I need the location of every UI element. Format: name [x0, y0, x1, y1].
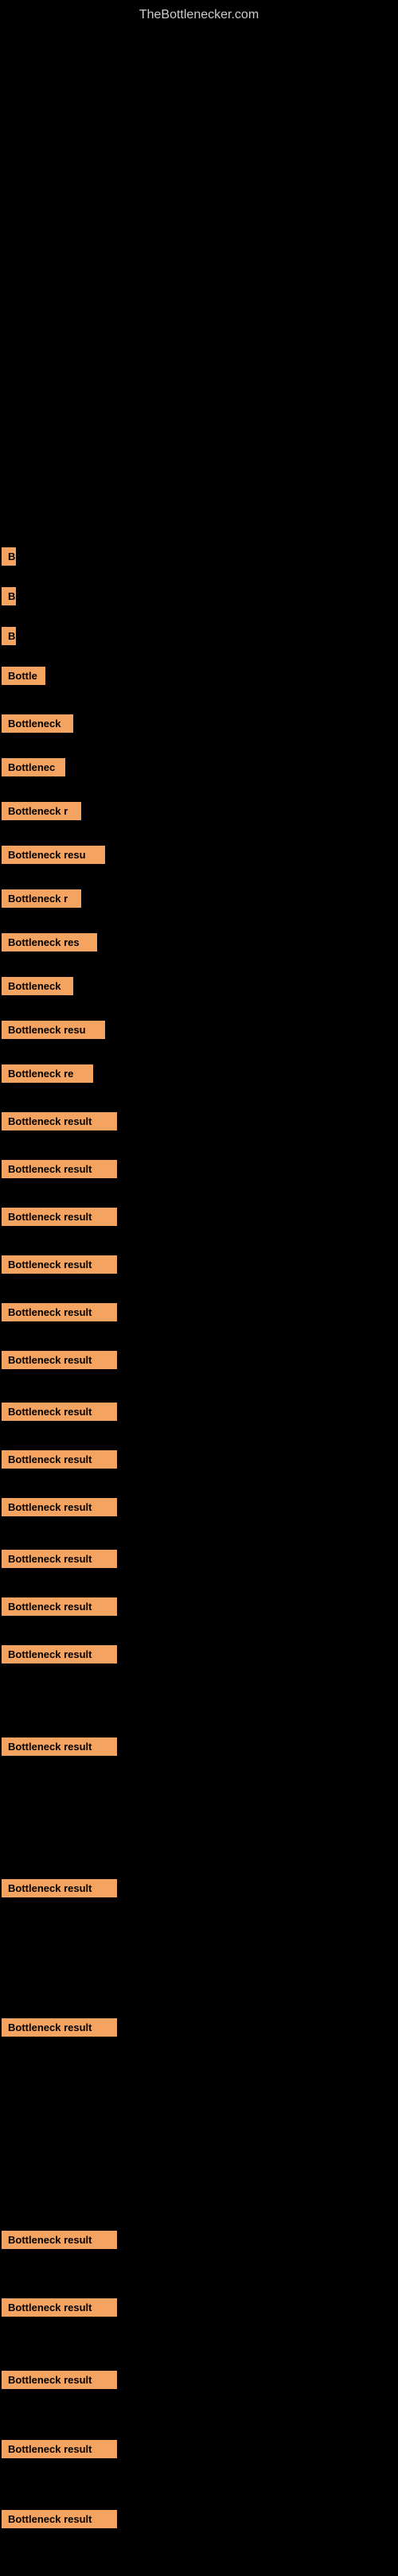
list-item: Bottleneck result [0, 1597, 117, 1620]
bottleneck-result-label: Bottlenec [2, 758, 65, 776]
list-item: Bottleneck result [0, 1351, 117, 1373]
bottleneck-result-label: Bottleneck result [2, 2510, 117, 2528]
bottleneck-result-label: Bottleneck result [2, 1303, 117, 1321]
list-item: Bottleneck [0, 714, 73, 737]
bottleneck-result-label: Bottleneck result [2, 1450, 117, 1469]
bottleneck-result-label: Bottleneck result [2, 2018, 117, 2037]
bottleneck-result-label: Bottleneck result [2, 1160, 117, 1178]
list-item: Bottleneck result [0, 2440, 117, 2462]
list-item: Bottleneck [0, 977, 73, 999]
list-item: Bottleneck result [0, 2298, 117, 2321]
bottleneck-result-label: Bottleneck result [2, 1737, 117, 1756]
bottleneck-result-label: Bottleneck result [2, 1351, 117, 1369]
site-title: TheBottlenecker.com [0, 0, 398, 30]
list-item: Bottleneck result [0, 1450, 117, 1473]
bottleneck-result-label: Bottleneck re [2, 1064, 93, 1083]
bottleneck-result-label: B [2, 587, 16, 605]
list-item: Bottleneck re [0, 1064, 93, 1087]
list-item: Bottleneck result [0, 1879, 117, 1901]
list-item: Bottleneck result [0, 2018, 117, 2041]
bottleneck-result-label: Bottleneck result [2, 1112, 117, 1130]
bottleneck-result-label: Bottleneck result [2, 1255, 117, 1274]
bottleneck-result-label: Bottleneck result [2, 2298, 117, 2317]
bottleneck-result-label: Bottleneck r [2, 802, 81, 820]
list-item: Bottleneck resu [0, 1021, 105, 1043]
list-item: Bottleneck resu [0, 846, 105, 868]
list-item: Bottleneck result [0, 1737, 117, 1760]
list-item: Bottleneck res [0, 933, 97, 955]
list-item: Bottleneck r [0, 889, 81, 912]
bottleneck-result-label: Bottleneck result [2, 1597, 117, 1616]
bottleneck-result-label: Bottleneck result [2, 1403, 117, 1421]
list-item: B [0, 547, 16, 570]
bottleneck-result-label: Bottle [2, 667, 45, 685]
list-item: Bottleneck result [0, 1255, 117, 1278]
list-item: B [0, 627, 16, 649]
bottleneck-result-label: Bottleneck result [2, 1879, 117, 1897]
bottleneck-result-label: Bottleneck res [2, 933, 97, 951]
list-item: Bottleneck result [0, 1498, 117, 1520]
bottleneck-result-label: Bottleneck result [2, 2231, 117, 2249]
bottleneck-result-label: B [2, 547, 16, 566]
list-item: Bottleneck result [0, 1645, 117, 1667]
list-item: Bottleneck result [0, 1550, 117, 1572]
list-item: Bottleneck result [0, 2371, 117, 2393]
list-item: Bottleneck result [0, 2231, 117, 2253]
bottleneck-result-label: Bottleneck resu [2, 1021, 105, 1039]
bottleneck-result-label: Bottleneck result [2, 1645, 117, 1664]
list-item: Bottlenec [0, 758, 65, 780]
list-item: Bottleneck result [0, 1403, 117, 1425]
bottleneck-result-label: Bottleneck [2, 714, 73, 733]
list-item: Bottleneck result [0, 1160, 117, 1182]
list-item: Bottleneck result [0, 1208, 117, 1230]
bottleneck-result-label: B [2, 627, 16, 645]
list-item: B [0, 587, 16, 609]
bottleneck-result-label: Bottleneck result [2, 1498, 117, 1516]
bottleneck-result-label: Bottleneck [2, 977, 73, 995]
bottleneck-result-label: Bottleneck r [2, 889, 81, 908]
list-item: Bottleneck result [0, 2510, 117, 2532]
bottleneck-result-label: Bottleneck resu [2, 846, 105, 864]
bottleneck-result-label: Bottleneck result [2, 2371, 117, 2389]
bottleneck-result-label: Bottleneck result [2, 1550, 117, 1568]
list-item: Bottle [0, 667, 45, 689]
list-item: Bottleneck result [0, 1112, 117, 1134]
bottleneck-result-label: Bottleneck result [2, 1208, 117, 1226]
list-item: Bottleneck result [0, 1303, 117, 1325]
bottleneck-result-label: Bottleneck result [2, 2440, 117, 2458]
list-item: Bottleneck r [0, 802, 81, 824]
